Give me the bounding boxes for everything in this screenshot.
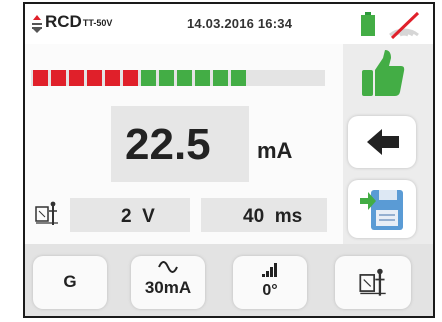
- sine-wave-icon: [158, 261, 178, 273]
- back-arrow-icon: [367, 129, 399, 155]
- bar-segment-red: [123, 70, 138, 86]
- rated-current-label: 30mA: [144, 278, 192, 297]
- rcd-symbol-icon: [32, 15, 42, 33]
- main-reading-value: 22.5: [125, 120, 211, 169]
- time-reading: 40 ms: [243, 206, 302, 228]
- status-bar: RCDTT-50V 14.03.2016 16:34: [25, 4, 433, 44]
- save-button[interactable]: [348, 180, 416, 238]
- bar-segment-red: [87, 70, 102, 86]
- battery-icon: [361, 12, 375, 36]
- mode-name: RCD: [45, 12, 82, 31]
- bar-segment-green: [195, 70, 210, 86]
- bar-segment-green: [159, 70, 174, 86]
- current-bargraph: [31, 70, 325, 86]
- mode-system: TT-50V: [82, 18, 113, 28]
- no-signal-icon: [389, 11, 420, 39]
- back-button[interactable]: [348, 116, 416, 168]
- test-mode: RCDTT-50V: [45, 12, 112, 32]
- main-reading-unit: mA: [257, 138, 293, 163]
- bar-segment-red: [51, 70, 66, 86]
- rated-current-button[interactable]: 30mA: [131, 256, 205, 309]
- phase-angle-button[interactable]: 0°: [233, 256, 307, 309]
- earth-type-button[interactable]: G: [33, 256, 107, 309]
- bar-segment-red: [69, 70, 84, 86]
- time-unit: ms: [274, 206, 303, 227]
- bar-segment-red: [33, 70, 48, 86]
- datetime: 14.03.2016 16:34: [187, 16, 293, 31]
- earth-probe-button[interactable]: [335, 256, 411, 309]
- bar-segment-green: [141, 70, 156, 86]
- voltage-reading: 2 V: [121, 206, 155, 228]
- bar-segment-green: [231, 70, 246, 86]
- save-icon: [360, 190, 403, 230]
- bar-segment-green: [177, 70, 192, 86]
- earth-type-label: G: [63, 272, 77, 291]
- time-value: 40: [243, 206, 265, 227]
- bar-segment-red: [105, 70, 120, 86]
- earth-probe-icon: [35, 201, 58, 225]
- bar-segment-green: [213, 70, 228, 86]
- ramp-icon: [262, 263, 277, 277]
- voltage-unit: V: [142, 206, 155, 227]
- instrument-screen: RCDTT-50V 14.03.2016 16:34 22.5 mA 2 V 4…: [23, 2, 435, 318]
- voltage-value: 2: [121, 206, 132, 227]
- earth-probe-icon: [359, 268, 386, 296]
- phase-angle-label: 0°: [262, 282, 278, 299]
- thumbs-up-icon: [362, 50, 405, 96]
